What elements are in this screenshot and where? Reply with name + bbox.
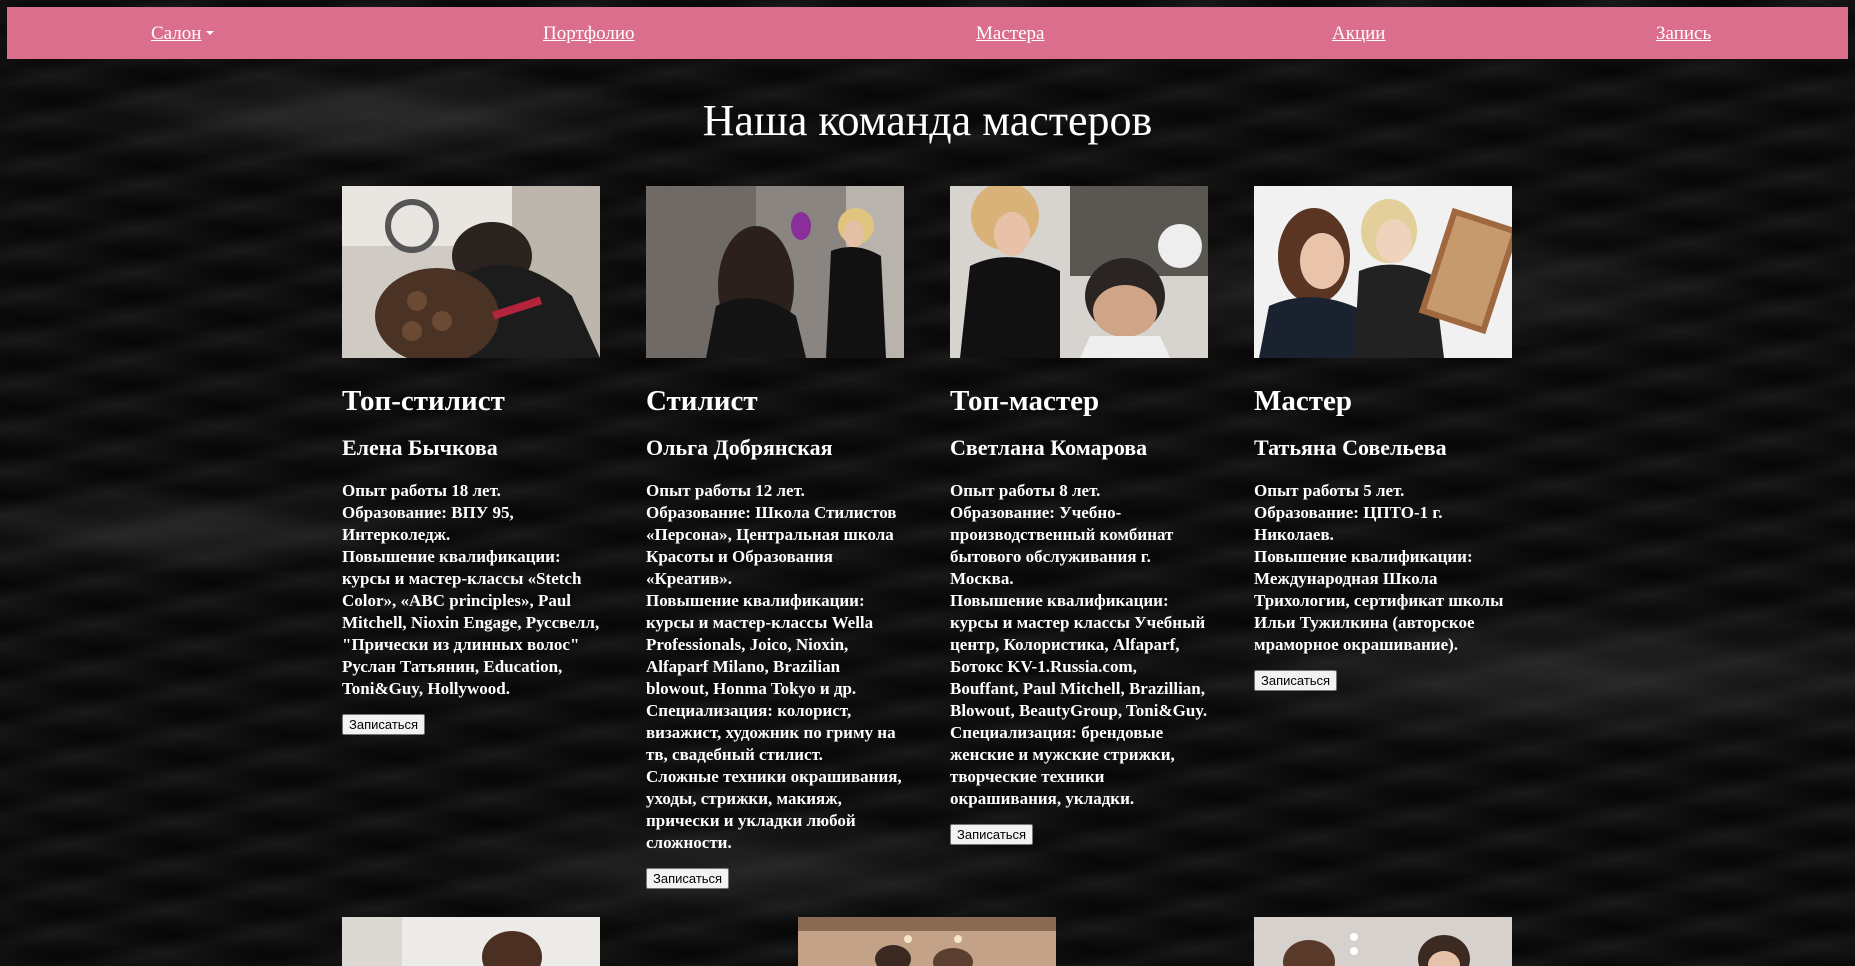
bio-line: Опыт работы 8 лет. — [950, 481, 1101, 500]
nav-salon-label: Салон — [151, 23, 202, 44]
book-button[interactable]: Записаться — [1254, 670, 1338, 691]
nav-promotions[interactable]: Акции — [1332, 23, 1385, 45]
master-card: Топ-стилист Елена Бычкова Опыт работы 18… — [342, 186, 600, 735]
page-title: Наша команда мастеров — [702, 96, 1153, 145]
nav-portfolio[interactable]: Портфолио — [543, 23, 634, 45]
bio-line: Повышение квалификации: курсы и мастер-к… — [646, 591, 874, 698]
master-card: Топ-мастер Светлана Комарова Опыт работы… — [950, 186, 1208, 845]
bio-line: Повышение квалификации: курсы и мастер-к… — [342, 547, 600, 698]
master-name: Ольга Добрянская — [646, 435, 833, 460]
master-bio: Опыт работы 8 лет. Образование: Учебно-п… — [950, 480, 1208, 810]
master-role: Топ-стилист — [342, 385, 505, 417]
master-card: Стилист Ольга Добрянская Опыт работы 12 … — [646, 186, 904, 889]
master-role: Стилист — [646, 385, 758, 417]
master-photo — [798, 917, 1056, 966]
main-navbar: Салон Портфолио Мастера Акции Запись — [7, 7, 1848, 59]
bio-line: Повышение квалификации: Международная Шк… — [1254, 547, 1504, 654]
master-photo — [646, 186, 904, 358]
bio-line: Специализация: колорист, визажист, худож… — [646, 701, 896, 764]
caret-down-icon — [206, 30, 215, 35]
master-photo — [950, 186, 1208, 358]
master-bio: Опыт работы 12 лет. Образование: Школа С… — [646, 480, 904, 854]
master-name: Светлана Комарова — [950, 435, 1148, 460]
bio-line: Опыт работы 5 лет. — [1254, 481, 1405, 500]
book-button[interactable]: Записаться — [342, 714, 426, 735]
bio-line: Повышение квалификации: курсы и мастер к… — [950, 591, 1208, 720]
master-photo — [1254, 186, 1512, 358]
bio-line: Образование: Школа Стилистов «Персона», … — [646, 503, 897, 588]
bio-line: Образование: ЦПТО-1 г. Николаев. — [1254, 503, 1443, 544]
master-photo — [1254, 917, 1512, 966]
nav-masters[interactable]: Мастера — [976, 23, 1044, 45]
master-card: Мастер Татьяна Совельева Опыт работы 5 л… — [1254, 186, 1512, 691]
bio-line: Специализация: брендовые женские и мужск… — [950, 723, 1175, 808]
nav-booking[interactable]: Запись — [1656, 23, 1711, 45]
master-name: Татьяна Совельева — [1254, 435, 1447, 460]
master-role: Мастер — [1254, 385, 1352, 417]
master-photo — [342, 917, 600, 966]
nav-salon-dropdown[interactable]: Салон — [151, 23, 215, 45]
bio-line: Опыт работы 18 лет. — [342, 481, 501, 500]
master-bio: Опыт работы 18 лет. Образование: ВПУ 95,… — [342, 480, 600, 700]
bio-line: Опыт работы 12 лет. — [646, 481, 805, 500]
bio-line: Сложные техники окрашивания, уходы, стри… — [646, 767, 902, 852]
master-bio: Опыт работы 5 лет. Образование: ЦПТО-1 г… — [1254, 480, 1512, 656]
master-role: Топ-мастер — [950, 385, 1100, 417]
bio-line: Образование: ВПУ 95, Интерколедж. — [342, 503, 514, 544]
book-button[interactable]: Записаться — [950, 824, 1034, 845]
master-name: Елена Бычкова — [342, 435, 498, 460]
book-button[interactable]: Записаться — [646, 868, 730, 889]
master-photo — [342, 186, 600, 358]
bio-line: Образование: Учебно-производственный ком… — [950, 503, 1174, 588]
